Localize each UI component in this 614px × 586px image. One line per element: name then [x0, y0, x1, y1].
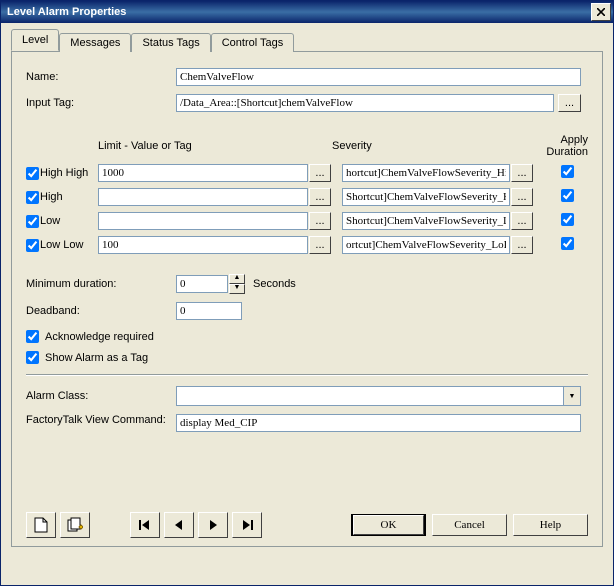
titlebar: Level Alarm Properties	[1, 1, 613, 23]
level-alarm-properties-window: Level Alarm Properties Level Messages St…	[0, 0, 614, 586]
tab-strip: Level Messages Status Tags Control Tags	[11, 31, 603, 51]
ftv-command-field[interactable]	[176, 414, 581, 432]
severity-lolo-browse-button[interactable]: ...	[511, 236, 533, 254]
deadband-label: Deadband:	[26, 305, 176, 317]
severity-hihi-field[interactable]	[342, 164, 510, 182]
severity-hihi-browse-button[interactable]: ...	[511, 164, 533, 182]
name-field[interactable]	[176, 68, 581, 86]
cancel-button[interactable]: Cancel	[432, 514, 507, 536]
severity-hi-browse-button[interactable]: ...	[511, 188, 533, 206]
input-tag-browse-button[interactable]: ...	[558, 94, 581, 112]
nav-first-button[interactable]	[130, 512, 160, 538]
tab-control-tags[interactable]: Control Tags	[211, 33, 295, 52]
level-row-hi: High ... ...	[26, 188, 588, 206]
limit-hihi-browse-button[interactable]: ...	[309, 164, 331, 182]
input-tag-label: Input Tag:	[26, 97, 176, 109]
ack-required-checkbox[interactable]	[26, 330, 39, 343]
deadband-field[interactable]	[176, 302, 242, 320]
limit-lolo-browse-button[interactable]: ...	[309, 236, 331, 254]
tab-panel-level: Name: Input Tag: ... Limit - Value or Ta…	[11, 51, 603, 547]
severity-lolo-field[interactable]	[342, 236, 510, 254]
input-tag-field[interactable]	[176, 94, 554, 112]
levels-header: Limit - Value or Tag Severity Apply Dura…	[26, 134, 588, 158]
prev-icon	[174, 519, 184, 531]
spin-up-icon[interactable]: ▲	[229, 274, 245, 284]
level-label-hi: High	[40, 191, 98, 203]
enable-hi-checkbox[interactable]	[26, 191, 39, 204]
severity-lo-field[interactable]	[342, 212, 510, 230]
apply-hihi-checkbox[interactable]	[561, 165, 574, 178]
ftv-command-label: FactoryTalk View Command:	[26, 414, 176, 427]
tab-messages[interactable]: Messages	[59, 33, 131, 52]
levels-grid: Limit - Value or Tag Severity Apply Dura…	[26, 134, 588, 254]
chevron-down-icon: ▼	[563, 387, 580, 405]
nav-prev-button[interactable]	[164, 512, 194, 538]
level-label-lolo: Low Low	[40, 239, 98, 251]
tab-level[interactable]: Level	[11, 29, 59, 51]
tab-status-tags[interactable]: Status Tags	[131, 33, 210, 52]
nav-next-button[interactable]	[198, 512, 228, 538]
next-icon	[208, 519, 218, 531]
copy-wizard-icon	[67, 517, 83, 533]
level-label-hihi: High High	[40, 167, 98, 179]
level-label-lo: Low	[40, 215, 98, 227]
show-as-tag-label: Show Alarm as a Tag	[45, 352, 148, 364]
apply-lo-checkbox[interactable]	[561, 213, 574, 226]
column-limit: Limit - Value or Tag	[98, 140, 332, 152]
new-icon	[34, 517, 48, 533]
client-area: Level Messages Status Tags Control Tags …	[1, 23, 613, 585]
close-icon	[597, 8, 605, 16]
limit-lo-browse-button[interactable]: ...	[309, 212, 331, 230]
limit-hi-field[interactable]	[98, 188, 308, 206]
column-severity: Severity	[332, 140, 518, 152]
limit-lo-field[interactable]	[98, 212, 308, 230]
limit-hihi-field[interactable]	[98, 164, 308, 182]
min-duration-unit: Seconds	[253, 278, 296, 290]
spin-down-icon[interactable]: ▼	[229, 284, 245, 294]
show-as-tag-checkbox[interactable]	[26, 351, 39, 364]
name-label: Name:	[26, 71, 176, 83]
window-title: Level Alarm Properties	[7, 6, 126, 18]
enable-lo-checkbox[interactable]	[26, 215, 39, 228]
copy-wizard-button[interactable]	[60, 512, 90, 538]
first-icon	[139, 519, 151, 531]
ok-button[interactable]: OK	[351, 514, 426, 536]
nav-last-button[interactable]	[232, 512, 262, 538]
enable-hihi-checkbox[interactable]	[26, 167, 39, 180]
limit-lolo-field[interactable]	[98, 236, 308, 254]
apply-lolo-checkbox[interactable]	[561, 237, 574, 250]
last-icon	[241, 519, 253, 531]
apply-hi-checkbox[interactable]	[561, 189, 574, 202]
severity-lo-browse-button[interactable]: ...	[511, 212, 533, 230]
min-duration-label: Minimum duration:	[26, 278, 176, 290]
alarm-class-label: Alarm Class:	[26, 390, 176, 402]
help-button[interactable]: Help	[513, 514, 588, 536]
separator	[26, 374, 588, 376]
level-row-lo: Low ... ...	[26, 212, 588, 230]
min-duration-spinbox[interactable]: ▲ ▼	[176, 274, 245, 294]
ack-required-label: Acknowledge required	[45, 331, 154, 343]
min-duration-field[interactable]	[176, 275, 228, 293]
enable-lolo-checkbox[interactable]	[26, 239, 39, 252]
severity-hi-field[interactable]	[342, 188, 510, 206]
new-button[interactable]	[26, 512, 56, 538]
limit-hi-browse-button[interactable]: ...	[309, 188, 331, 206]
level-row-lolo: Low Low ... ...	[26, 236, 588, 254]
level-row-hihi: High High ... ...	[26, 164, 588, 182]
alarm-class-combo[interactable]: ▼	[176, 386, 581, 406]
close-button[interactable]	[591, 3, 611, 21]
bottom-toolbar: OK Cancel Help	[26, 512, 588, 538]
column-apply: Apply Duration	[518, 134, 588, 158]
